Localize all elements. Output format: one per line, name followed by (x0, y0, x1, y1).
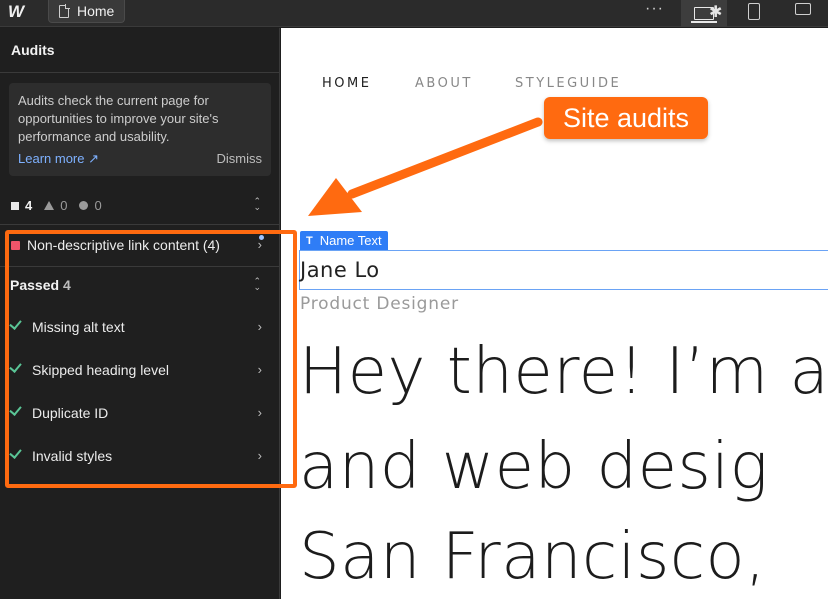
page-icon (59, 4, 70, 18)
audit-counts: 4 0 0 (11, 198, 102, 213)
site-audits-callout: Site audits (544, 97, 708, 139)
error-square-icon (11, 201, 19, 210)
page-selector[interactable]: Home (48, 0, 126, 23)
nav-link-styleguide[interactable]: STYLEGUIDE (515, 76, 621, 91)
expand-collapse-icon[interactable]: ⌃ ⌄ (253, 197, 261, 212)
more-options-icon[interactable]: ··· (645, 0, 664, 18)
mobile-landscape-breakpoint-icon[interactable] (795, 3, 811, 15)
divider (0, 72, 280, 73)
panel-title: Audits (11, 42, 55, 58)
warning-triangle-icon (44, 201, 55, 210)
learn-more-link[interactable]: Learn more ↗ (18, 151, 99, 167)
text-element-icon: T (306, 234, 313, 247)
tablet-breakpoint-icon[interactable] (748, 3, 760, 20)
suggestion-count: 0 (94, 198, 102, 213)
nav-link-home[interactable]: HOME (322, 76, 371, 91)
error-count: 4 (25, 198, 33, 213)
page-selector-label: Home (77, 3, 115, 19)
annotation-highlight-box (5, 230, 297, 488)
hero-heading-line-3[interactable]: San Francisco, (299, 520, 766, 594)
name-text[interactable]: Jane Lo (300, 258, 380, 282)
base-breakpoint-star-icon: ✱ (709, 4, 723, 21)
selected-element-tag[interactable]: T Name Text (300, 231, 388, 250)
info-text: Audits check the current page for opport… (18, 93, 219, 144)
audits-info-box: Audits check the current page for opport… (9, 83, 271, 176)
hero-heading-line-1[interactable]: Hey there! I’m a (299, 335, 828, 409)
nav-link-about[interactable]: ABOUT (415, 76, 473, 91)
divider (0, 224, 280, 225)
warning-count: 0 (60, 198, 68, 213)
role-text[interactable]: Product Designer (300, 294, 459, 314)
dismiss-button[interactable]: Dismiss (217, 151, 263, 166)
webflow-logo-icon[interactable]: W (8, 2, 34, 22)
selected-element-label: Name Text (319, 233, 382, 248)
hero-heading-line-2[interactable]: and web desig (299, 430, 768, 504)
top-toolbar: W Home ··· ✱ (0, 0, 828, 27)
suggestion-dot-icon (79, 201, 89, 210)
